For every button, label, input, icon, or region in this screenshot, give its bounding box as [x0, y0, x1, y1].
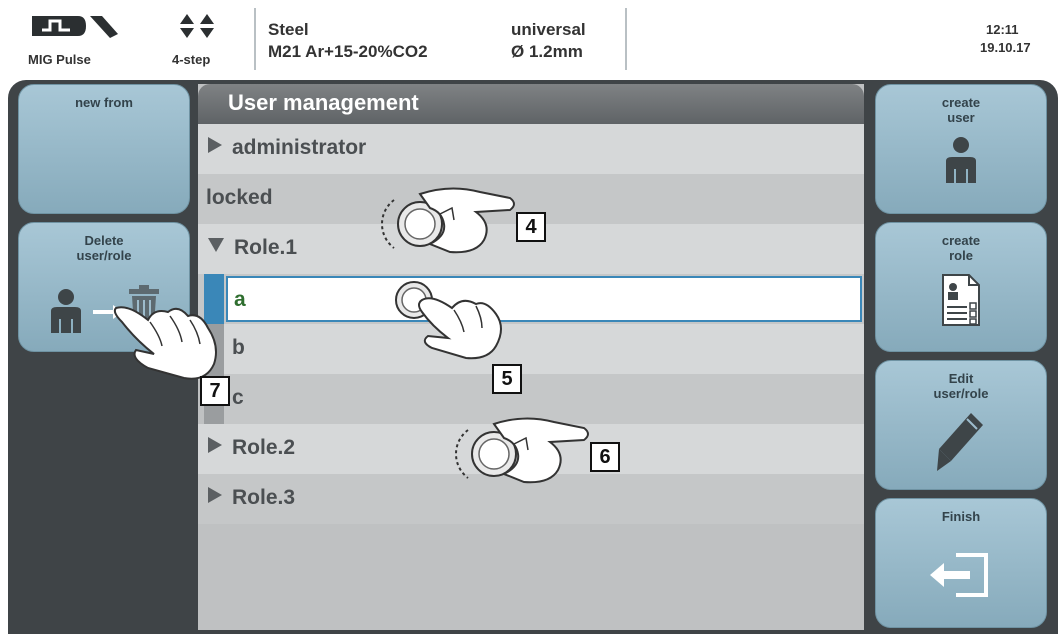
edit-user-role-button[interactable]: Edit user/role — [875, 360, 1047, 490]
list-item-label: locked — [206, 186, 273, 209]
create-role-label-line2: role — [949, 248, 973, 263]
list-item-a-selected[interactable]: a — [226, 276, 862, 322]
gas-label: M21 Ar+15-20%CO2 — [268, 42, 428, 61]
user-icon — [946, 137, 976, 183]
edit-label-line2: user/role — [933, 386, 989, 401]
expand-arrow-icon — [208, 137, 222, 153]
new-from-button[interactable]: new from — [18, 84, 190, 214]
delete-button-text: Delete user/role — [19, 233, 189, 263]
edit-button-text: Edit user/role — [876, 371, 1046, 401]
clock-date: 19.10.17 — [980, 40, 1031, 55]
welding-mode-label: MIG Pulse — [28, 52, 91, 67]
dial-knob-icon — [455, 417, 589, 484]
pulse-mode-icon — [32, 16, 118, 38]
finish-button[interactable]: Finish — [875, 498, 1047, 628]
list-item-administrator[interactable]: administrator — [198, 124, 864, 174]
list-item-label: b — [232, 336, 245, 359]
pencil-icon — [937, 413, 983, 471]
role3-row-content: Role.3 — [208, 486, 295, 510]
four-step-icon — [180, 14, 214, 38]
characteristic-label: universal — [511, 20, 586, 39]
exit-icon — [930, 553, 988, 597]
list-item-label: a — [234, 288, 246, 311]
user-icon — [51, 289, 81, 333]
create-user-label-line2: user — [947, 110, 975, 125]
administrator-row-content: administrator — [208, 136, 366, 160]
expand-arrow-icon — [208, 437, 222, 453]
role1-row-content: Role.1 — [208, 236, 297, 260]
header-divider — [254, 8, 256, 70]
status-header: MIG Pulse 4-step Steel M21 Ar+15-20%CO2 … — [0, 0, 1060, 80]
delete-label-line1: Delete — [84, 233, 124, 248]
finish-label: Finish — [941, 509, 981, 524]
dial-knob-icon — [381, 187, 515, 254]
list-item-label: c — [232, 386, 244, 409]
role2-row-content: Role.2 — [208, 436, 295, 460]
create-role-label-line1: create — [941, 233, 981, 248]
callout-4: 4 — [516, 212, 546, 242]
list-item-label: Role.3 — [232, 486, 296, 509]
create-user-text: create user — [876, 95, 1046, 125]
create-role-button[interactable]: create role — [875, 222, 1047, 352]
edit-label-line1: Edit — [948, 371, 974, 386]
list-item-label: Role.1 — [234, 236, 298, 259]
new-from-label: new from — [75, 95, 133, 110]
wire-diameter-label: Ø 1.2mm — [511, 42, 583, 61]
clock-time: 12:11 — [986, 22, 1019, 37]
create-user-label-line1: create — [941, 95, 981, 110]
header-divider — [625, 8, 627, 70]
create-user-button[interactable]: create user — [875, 84, 1047, 214]
callout-7: 7 — [200, 376, 230, 406]
list-item-label: Role.2 — [232, 436, 296, 459]
list-item-label: administrator — [232, 136, 367, 159]
create-role-text: create role — [876, 233, 1046, 263]
step-mode-label: 4-step — [172, 52, 211, 67]
collapse-arrow-icon — [208, 238, 224, 252]
callout-5: 5 — [492, 364, 522, 394]
role-document-icon — [942, 274, 980, 326]
hand-pointer-icon — [113, 306, 217, 380]
expand-arrow-icon — [208, 487, 222, 503]
hand-pointer-icon — [395, 281, 502, 360]
material-label: Steel — [268, 20, 309, 39]
delete-label-line2: user/role — [76, 248, 132, 263]
list-title: User management — [198, 84, 864, 124]
list-item-b[interactable]: b — [224, 324, 864, 374]
callout-6: 6 — [590, 442, 620, 472]
